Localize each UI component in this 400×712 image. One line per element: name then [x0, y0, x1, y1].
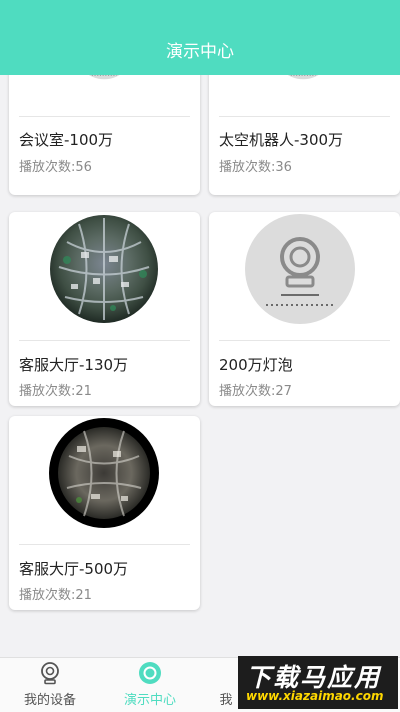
watermark-logo: 下载马应用 www.xiazaimao.com	[238, 656, 398, 709]
card-divider	[219, 340, 390, 341]
app-header: 演示中心	[0, 0, 400, 75]
card-play-count: 播放次数:27	[219, 384, 292, 399]
demo-card[interactable]: 客服大厅-500万 播放次数:21	[9, 416, 200, 610]
tab-my-devices[interactable]: 我的设备	[0, 658, 100, 712]
demo-card[interactable]: 太空机器人-300万 播放次数:36	[209, 75, 400, 195]
tab-label: 我的设备	[23, 693, 76, 708]
play-circle-icon	[139, 662, 161, 684]
card-title: 太空机器人-300万	[219, 131, 344, 149]
card-title: 会议室-100万	[19, 131, 114, 149]
fisheye-office-thumbnail	[50, 215, 158, 323]
card-divider	[19, 116, 190, 117]
watermark-url: www.xiazaimao.com	[246, 689, 384, 703]
fisheye-office-thumbnail	[49, 418, 159, 528]
card-play-count: 播放次数:56	[19, 160, 92, 175]
demo-card[interactable]: 200万灯泡 播放次数:27	[209, 212, 400, 406]
card-title: 客服大厅-500万	[19, 560, 129, 578]
card-divider	[19, 544, 190, 545]
card-divider	[19, 340, 190, 341]
demo-grid[interactable]: 会议室-100万 播放次数:56 太空机器人-300万 播放次数:36 客服大厅…	[0, 75, 400, 657]
card-play-count: 播放次数:21	[19, 384, 92, 399]
page-title: 演示中心	[166, 42, 234, 62]
camera-placeholder-thumbnail	[245, 214, 355, 324]
demo-card[interactable]: 客服大厅-130万 播放次数:21	[9, 212, 200, 406]
card-title: 200万灯泡	[219, 356, 293, 374]
card-title: 客服大厅-130万	[19, 356, 129, 374]
camera-icon	[41, 662, 59, 685]
card-divider	[219, 116, 390, 117]
demo-card[interactable]: 会议室-100万 播放次数:56	[9, 75, 200, 195]
card-play-count: 播放次数:36	[219, 160, 292, 175]
card-play-count: 播放次数:21	[19, 588, 92, 603]
